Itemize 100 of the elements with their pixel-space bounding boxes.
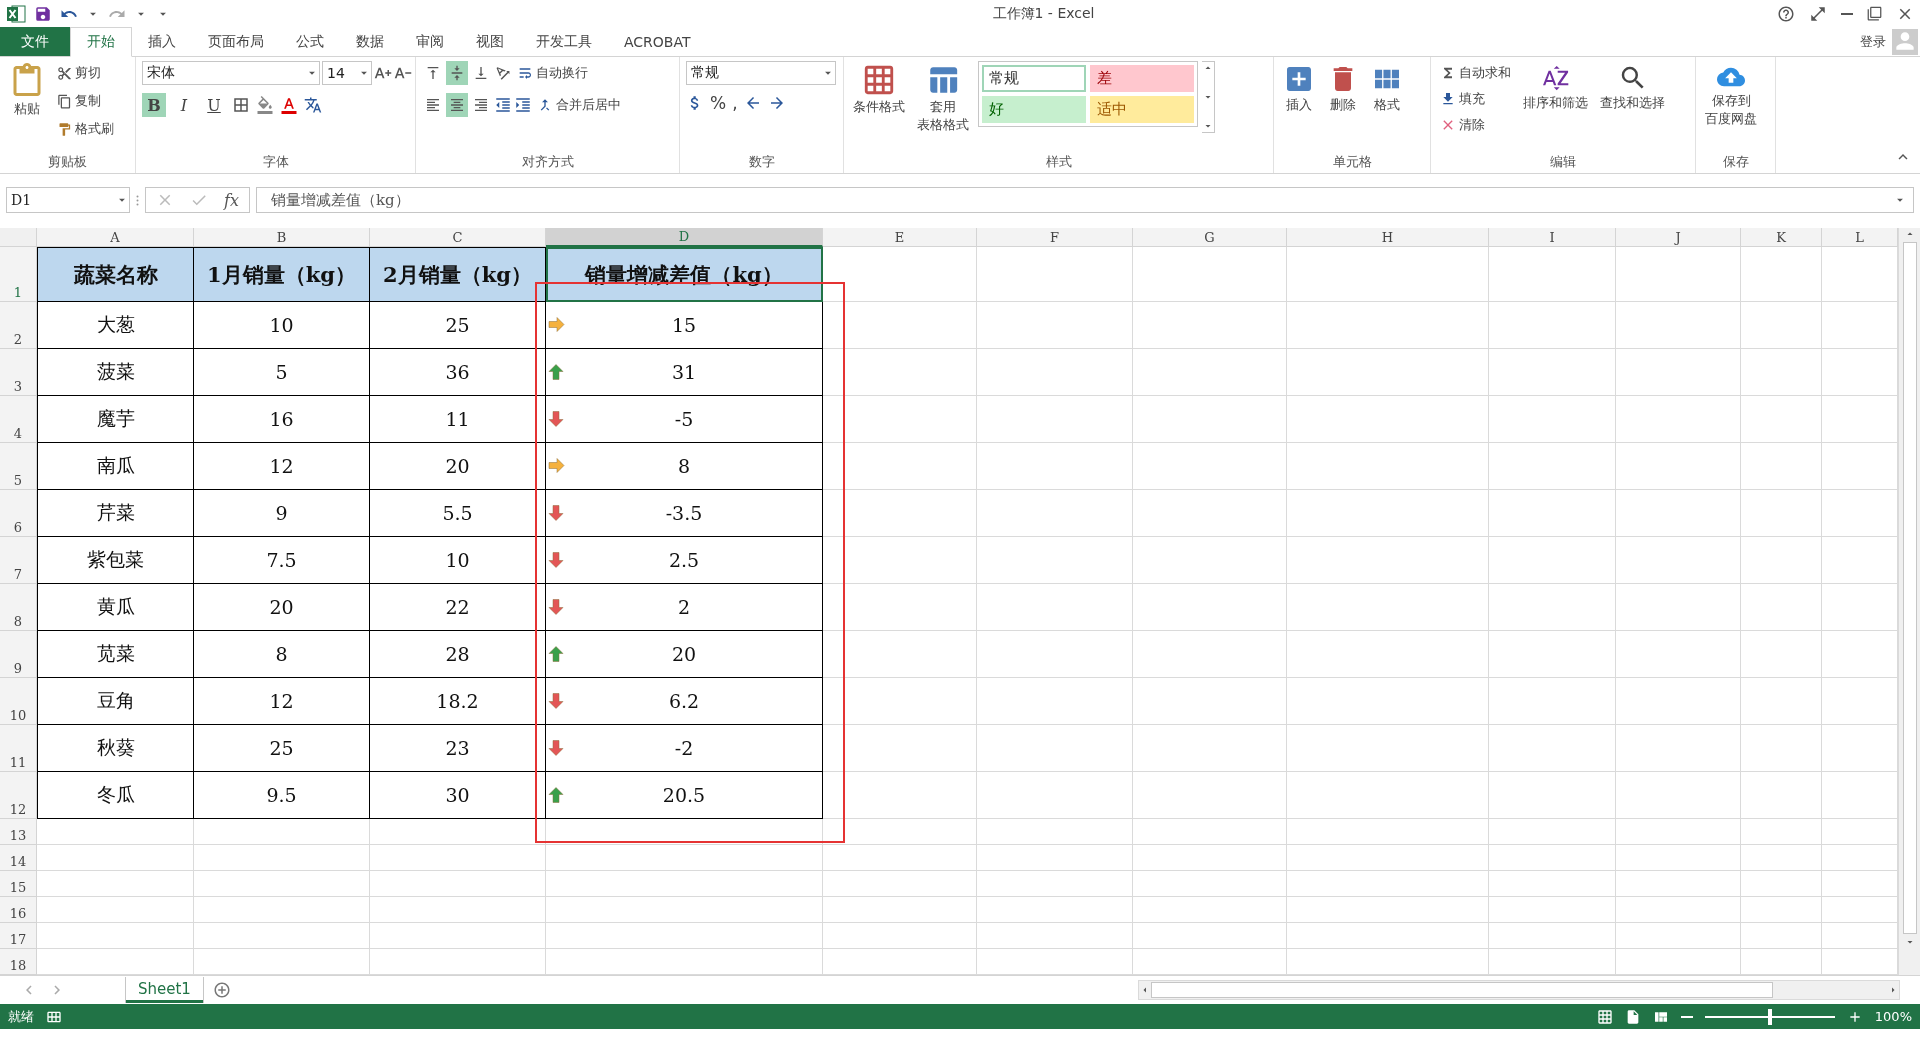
row-header[interactable]: 12 <box>0 772 37 819</box>
empty-cell[interactable] <box>1287 537 1489 584</box>
column-header[interactable]: F <box>977 228 1133 247</box>
empty-cell[interactable] <box>194 923 370 949</box>
empty-cell[interactable] <box>546 897 823 923</box>
wrap-text-button[interactable]: 自动换行 <box>514 61 591 85</box>
sign-in-link[interactable]: 登录 <box>1860 32 1886 51</box>
empty-cell[interactable] <box>370 819 546 845</box>
empty-cell[interactable] <box>823 871 977 897</box>
empty-cell[interactable] <box>1489 845 1616 871</box>
fill-button[interactable]: 填充 <box>1437 87 1488 111</box>
column-header[interactable]: E <box>823 228 977 247</box>
empty-cell[interactable] <box>1287 845 1489 871</box>
empty-cell[interactable] <box>977 247 1133 302</box>
empty-cell[interactable] <box>1489 949 1616 975</box>
empty-cell[interactable] <box>977 871 1133 897</box>
column-header[interactable]: C <box>370 228 546 247</box>
empty-cell[interactable] <box>1133 725 1287 772</box>
empty-cell[interactable] <box>1287 923 1489 949</box>
empty-cell[interactable] <box>1489 897 1616 923</box>
empty-cell[interactable] <box>1616 302 1741 349</box>
empty-cell[interactable] <box>1133 396 1287 443</box>
row-header[interactable]: 11 <box>0 725 37 772</box>
empty-cell[interactable] <box>1741 490 1822 537</box>
row-header[interactable]: 2 <box>0 302 37 349</box>
empty-cell[interactable] <box>1133 845 1287 871</box>
empty-cell[interactable] <box>977 923 1133 949</box>
row-header[interactable]: 16 <box>0 897 37 923</box>
empty-cell[interactable] <box>1489 923 1616 949</box>
empty-cell[interactable] <box>977 631 1133 678</box>
empty-cell[interactable] <box>1133 584 1287 631</box>
empty-cell[interactable] <box>1287 772 1489 819</box>
empty-cell[interactable] <box>977 490 1133 537</box>
conditional-format-button[interactable]: 条件格式 <box>850 61 908 153</box>
empty-cell[interactable] <box>1133 949 1287 975</box>
empty-cell[interactable] <box>1489 349 1616 396</box>
row-header[interactable]: 9 <box>0 631 37 678</box>
row-header[interactable]: 13 <box>0 819 37 845</box>
find-select-button[interactable]: 查找和选择 <box>1597 61 1668 153</box>
empty-cell[interactable] <box>1616 923 1741 949</box>
empty-cell[interactable] <box>1616 631 1741 678</box>
empty-cell[interactable] <box>1616 897 1741 923</box>
empty-cell[interactable] <box>546 845 823 871</box>
empty-cell[interactable] <box>977 443 1133 490</box>
empty-cell[interactable] <box>1489 537 1616 584</box>
empty-cell[interactable] <box>977 396 1133 443</box>
cell-style-option[interactable]: 好 <box>982 96 1086 123</box>
empty-cell[interactable] <box>1489 725 1616 772</box>
empty-cell[interactable] <box>1741 819 1822 845</box>
empty-cell[interactable] <box>1287 490 1489 537</box>
empty-cell[interactable] <box>1287 396 1489 443</box>
empty-cell[interactable] <box>823 923 977 949</box>
column-header[interactable]: I <box>1489 228 1616 247</box>
column-header[interactable]: H <box>1287 228 1489 247</box>
empty-cell[interactable] <box>1741 678 1822 725</box>
empty-cell[interactable] <box>1287 725 1489 772</box>
empty-cell[interactable] <box>1133 772 1287 819</box>
empty-cell[interactable] <box>977 349 1133 396</box>
empty-cell[interactable] <box>1741 396 1822 443</box>
table-format-button[interactable]: 套用 表格格式 <box>914 61 972 153</box>
empty-cell[interactable] <box>1616 396 1741 443</box>
row-header[interactable]: 18 <box>0 949 37 975</box>
empty-cell[interactable] <box>823 819 977 845</box>
column-header[interactable]: J <box>1616 228 1741 247</box>
empty-cell[interactable] <box>1133 871 1287 897</box>
empty-cell[interactable] <box>1616 537 1741 584</box>
empty-cell[interactable] <box>1489 443 1616 490</box>
empty-cell[interactable] <box>1741 949 1822 975</box>
insert-function-button[interactable]: fx <box>224 190 239 210</box>
select-all-corner[interactable] <box>0 228 37 247</box>
empty-cell[interactable] <box>977 819 1133 845</box>
empty-cell[interactable] <box>1616 845 1741 871</box>
empty-cell[interactable] <box>977 897 1133 923</box>
empty-cell[interactable] <box>194 845 370 871</box>
empty-cell[interactable] <box>1616 949 1741 975</box>
empty-cell[interactable] <box>370 923 546 949</box>
empty-cell[interactable] <box>977 302 1133 349</box>
empty-cell[interactable] <box>1287 949 1489 975</box>
row-header[interactable]: 1 <box>0 247 37 302</box>
empty-cell[interactable] <box>977 537 1133 584</box>
row-header[interactable]: 15 <box>0 871 37 897</box>
empty-cell[interactable] <box>1741 537 1822 584</box>
empty-cell[interactable] <box>1616 584 1741 631</box>
column-header[interactable]: G <box>1133 228 1287 247</box>
empty-cell[interactable] <box>1741 349 1822 396</box>
empty-cell[interactable] <box>370 871 546 897</box>
empty-cell[interactable] <box>1741 443 1822 490</box>
empty-cell[interactable] <box>1741 845 1822 871</box>
cell-style-option[interactable]: 差 <box>1090 65 1194 92</box>
empty-cell[interactable] <box>1741 871 1822 897</box>
row-header[interactable]: 10 <box>0 678 37 725</box>
empty-cell[interactable] <box>1741 923 1822 949</box>
empty-cell[interactable] <box>1133 490 1287 537</box>
empty-cell[interactable] <box>977 584 1133 631</box>
row-header[interactable]: 8 <box>0 584 37 631</box>
name-box[interactable]: D1 <box>6 187 130 213</box>
empty-cell[interactable] <box>546 819 823 845</box>
empty-cell[interactable] <box>194 819 370 845</box>
empty-cell[interactable] <box>977 949 1133 975</box>
empty-cell[interactable] <box>1616 443 1741 490</box>
